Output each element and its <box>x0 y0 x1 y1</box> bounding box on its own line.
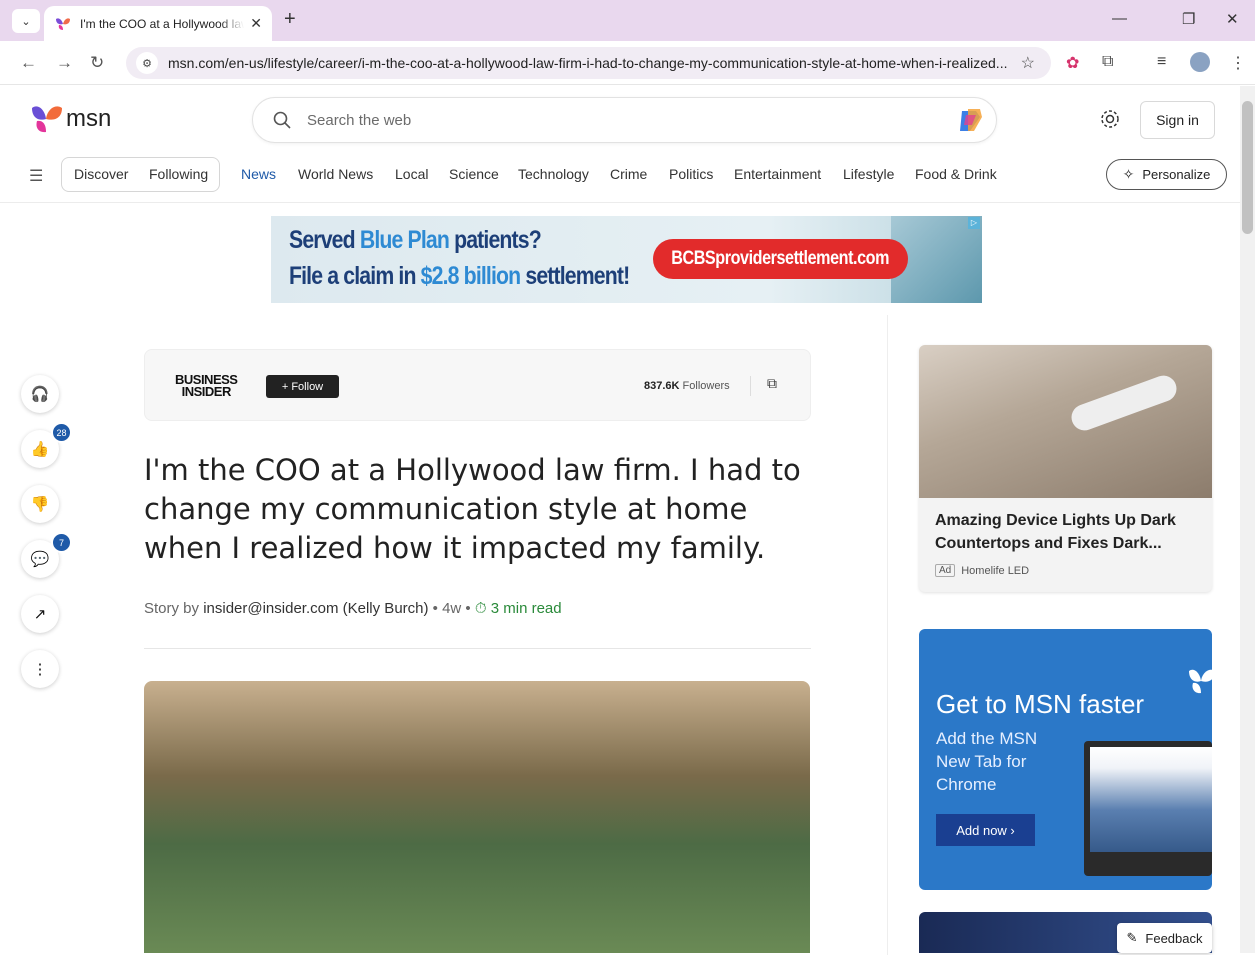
author-link[interactable]: insider@insider.com (Kelly Burch) <box>203 600 428 617</box>
settings-gear-icon[interactable] <box>1099 108 1121 130</box>
nav-science[interactable]: Science <box>449 166 499 182</box>
sponsored-label: Ad Homelife LED <box>935 564 1029 577</box>
add-now-button[interactable]: Add now › <box>936 814 1035 846</box>
search-box[interactable]: Search the web <box>252 97 997 143</box>
personalize-label: Personalize <box>1142 167 1211 182</box>
nav-politics[interactable]: Politics <box>669 166 713 182</box>
browser-toolbar: ← → ↻ ⚙ msn.com/en-us/lifestyle/career/i… <box>0 41 1255 85</box>
tab-title: I'm the COO at a Hollywood law firm. I h… <box>80 16 244 31</box>
site-info-icon[interactable]: ⚙ <box>136 52 158 74</box>
business-insider-logo[interactable]: BUSINESS INSIDER <box>175 373 238 398</box>
like-count-badge: 28 <box>51 422 72 443</box>
reading-list-icon[interactable]: ≡ <box>1157 53 1166 71</box>
laptop-screen <box>1090 747 1212 852</box>
hamburger-menu-icon[interactable]: ☰ <box>29 166 43 186</box>
comment-count-badge: 7 <box>51 532 72 553</box>
feedback-icon: ✎ <box>1126 930 1138 945</box>
article-headline: I'm the COO at a Hollywood law firm. I h… <box>144 453 801 565</box>
follow-button[interactable]: + Follow <box>266 375 339 398</box>
ad-banner[interactable]: Served Blue Plan patients? File a claim … <box>271 216 982 303</box>
extensions-puzzle-icon[interactable]: ⧉ <box>1102 53 1113 71</box>
nav-following[interactable]: Following <box>149 166 208 182</box>
extension-icon[interactable]: ✿ <box>1066 53 1079 73</box>
msn-logo-text: msn <box>66 105 112 132</box>
browser-tab-active[interactable]: I'm the COO at a Hollywood law firm. I h… <box>44 6 272 41</box>
listen-headphones-icon[interactable]: 🎧 <box>21 375 59 413</box>
browser-menu-icon[interactable]: ⋮ <box>1230 53 1246 73</box>
sparkle-icon: ✧ <box>1122 166 1135 182</box>
forward-icon[interactable]: → <box>56 53 73 73</box>
publisher-divider <box>750 376 751 396</box>
back-icon[interactable]: ← <box>20 53 37 73</box>
column-divider <box>887 315 888 955</box>
profile-avatar[interactable] <box>1190 52 1210 72</box>
dislike-thumbs-down-icon[interactable]: 👎 <box>21 485 59 523</box>
sponsored-card-title: Amazing Device Lights Up Dark Countertop… <box>935 512 1176 552</box>
feedback-button[interactable]: ✎ Feedback <box>1117 923 1212 953</box>
article-hero-image <box>144 681 810 953</box>
minimize-icon[interactable]: — <box>1112 10 1127 27</box>
personalize-button[interactable]: ✧ Personalize <box>1106 159 1227 190</box>
close-window-icon[interactable]: ✕ <box>1226 10 1239 28</box>
msn-butterfly-white-icon <box>1189 669 1212 694</box>
copilot-icon[interactable] <box>956 105 986 135</box>
new-tab-button[interactable]: + <box>284 8 296 31</box>
nav-lifestyle[interactable]: Lifestyle <box>843 166 894 182</box>
search-placeholder: Search the web <box>307 111 412 129</box>
feedback-label: Feedback <box>1145 930 1203 946</box>
read-time-icon: ⏱ <box>474 600 491 617</box>
article-divider <box>144 648 811 649</box>
nav-divider <box>0 202 1240 203</box>
nav-local[interactable]: Local <box>395 166 428 182</box>
read-time: 3 min read <box>490 600 562 617</box>
sign-in-button[interactable]: Sign in <box>1140 101 1215 139</box>
nav-news[interactable]: News <box>241 166 276 182</box>
followers-count: 837.6K Followers <box>644 380 730 392</box>
ad-line-1: Served Blue Plan patients? <box>289 226 542 254</box>
msn-butterfly-icon <box>32 106 62 133</box>
msn-promo-card[interactable]: Get to MSN faster Add the MSN New Tab fo… <box>919 629 1212 890</box>
nav-technology[interactable]: Technology <box>518 166 589 182</box>
address-url: msn.com/en-us/lifestyle/career/i-m-the-c… <box>168 55 1008 71</box>
search-icon <box>273 111 291 129</box>
nav-world-news[interactable]: World News <box>298 166 373 182</box>
nav-food-drink[interactable]: Food & Drink <box>915 166 997 182</box>
nav-entertainment[interactable]: Entertainment <box>734 166 821 182</box>
restore-icon[interactable]: ❐ <box>1182 10 1195 28</box>
nav-crime[interactable]: Crime <box>610 166 647 182</box>
sponsored-card-image <box>919 345 1212 498</box>
more-options-icon[interactable]: ⋮ <box>21 650 59 688</box>
tab-bar: ⌄ I'm the COO at a Hollywood law firm. I… <box>0 0 1255 41</box>
address-bar[interactable]: ⚙ msn.com/en-us/lifestyle/career/i-m-the… <box>126 47 1051 79</box>
promo-subtitle: Add the MSN New Tab for Chrome <box>936 729 1038 794</box>
chevron-down-icon: ⌄ <box>21 15 31 28</box>
msn-logo[interactable]: msn <box>30 104 111 134</box>
adchoices-icon[interactable]: ▷ <box>968 217 980 229</box>
close-tab-icon[interactable]: ✕ <box>250 15 262 32</box>
promo-title: Get to MSN faster <box>936 689 1145 719</box>
share-icon[interactable]: ↗ <box>21 595 59 633</box>
reload-icon[interactable]: ↻ <box>90 53 104 73</box>
scrollbar-thumb[interactable] <box>1242 101 1253 234</box>
nav-discover[interactable]: Discover <box>74 166 128 182</box>
ad-line-2: File a claim in $2.8 billion settlement! <box>289 262 630 290</box>
msn-favicon-icon <box>56 17 70 30</box>
publisher-card: BUSINESS INSIDER + Follow 837.6K Followe… <box>144 349 811 421</box>
tab-search-button[interactable]: ⌄ <box>12 9 40 33</box>
sponsored-card[interactable]: Amazing Device Lights Up Dark Countertop… <box>919 345 1212 592</box>
ad-cta-button[interactable]: BCBSprovidersettlement.com <box>653 239 908 279</box>
open-external-icon[interactable]: ⧉ <box>767 375 777 392</box>
bookmark-star-icon[interactable]: ☆ <box>1021 53 1035 73</box>
article-byline: Story by insider@insider.com (Kelly Burc… <box>144 600 562 617</box>
